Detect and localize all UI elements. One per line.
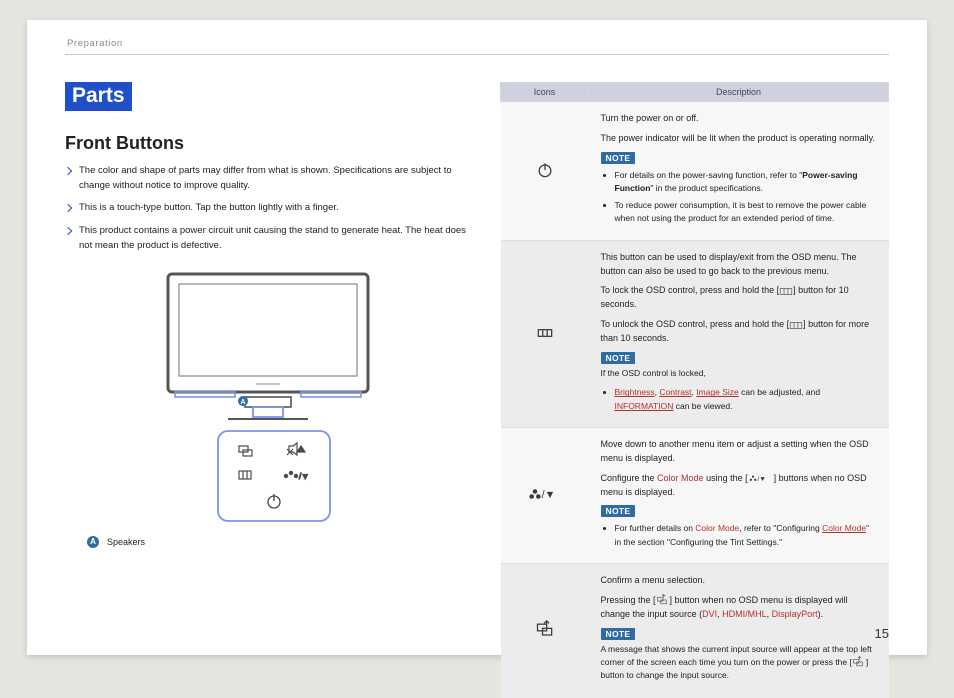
svg-text:/▼: /▼ xyxy=(541,489,555,501)
table-row: This button can be used to display/exit … xyxy=(501,240,889,427)
body-text: Configure the Color Mode using the [/▼] … xyxy=(601,472,877,500)
source-icon xyxy=(852,656,866,668)
list-item: This is a touch-type button. Tap the but… xyxy=(65,201,470,216)
link-color-mode[interactable]: Color Mode xyxy=(822,523,866,533)
legend-label: Speakers xyxy=(107,537,145,547)
note-tag: NOTE xyxy=(601,152,636,164)
note-tag: NOTE xyxy=(601,505,636,517)
body-text: Move down to another menu item or adjust… xyxy=(601,438,877,466)
note-item: For further details on Color Mode, refer… xyxy=(615,522,877,548)
note-tag: NOTE xyxy=(601,352,636,364)
diagram-legend: A Speakers xyxy=(87,536,145,548)
section-title: Parts xyxy=(65,82,132,111)
body-text: Pressing the [] button when no OSD menu … xyxy=(601,594,877,622)
running-header: Preparation xyxy=(67,38,123,49)
svg-text:/▼: /▼ xyxy=(299,472,309,481)
power-icon xyxy=(535,160,555,180)
body-text: To lock the OSD control, press and hold … xyxy=(601,284,877,312)
svg-text:A: A xyxy=(240,399,245,406)
description-cell: This button can be used to display/exit … xyxy=(589,240,889,427)
link-image-size[interactable]: Image Size xyxy=(696,387,739,397)
menu-icon xyxy=(779,287,793,296)
source-icon xyxy=(656,594,670,606)
table-row: /▼ Move down to another menu item or adj… xyxy=(501,427,889,563)
link-contrast[interactable]: Contrast xyxy=(659,387,691,397)
list-item: This product contains a power circuit un… xyxy=(65,224,470,253)
table-row: Confirm a menu selection. Pressing the [… xyxy=(501,563,889,698)
note-item: A message that shows the current input s… xyxy=(601,643,877,683)
term-displayport: DisplayPort xyxy=(772,609,818,619)
note-tag: NOTE xyxy=(601,628,636,640)
link-brightness[interactable]: Brightness xyxy=(615,387,655,397)
menu-icon xyxy=(535,323,555,343)
note-item: For details on the power-saving function… xyxy=(615,169,877,195)
svg-text:/▼: /▼ xyxy=(757,476,766,483)
viewport: Preparation Parts Front Buttons The colo… xyxy=(0,0,954,675)
document-page: Preparation Parts Front Buttons The colo… xyxy=(27,20,927,655)
body-text: Confirm a menu selection. xyxy=(601,574,877,588)
term-hdmi-mhl: HDMI/MHL xyxy=(722,609,767,619)
body-text: The power indicator will be lit when the… xyxy=(601,132,877,146)
monitor-illustration: A /▼ xyxy=(113,266,423,526)
body-text: Turn the power on or off. xyxy=(601,112,877,126)
col-header-description: Description xyxy=(589,83,889,102)
body-text: This button can be used to display/exit … xyxy=(601,251,877,279)
note-lead: If the OSD control is locked, xyxy=(601,367,877,380)
col-header-icons: Icons xyxy=(501,83,589,102)
right-column: Icons Description Turn the power on or o… xyxy=(500,48,889,635)
colormode-down-icon: /▼ xyxy=(528,484,562,504)
left-column: Parts Front Buttons The color and shape … xyxy=(65,48,470,635)
source-icon xyxy=(535,620,555,640)
icon-cell xyxy=(501,240,589,427)
page-number: 15 xyxy=(875,626,889,641)
menu-icon xyxy=(789,321,803,330)
note-item: To reduce power consumption, it is best … xyxy=(615,199,877,225)
note-item: Brightness, Contrast, Image Size can be … xyxy=(615,386,877,412)
link-information[interactable]: INFORMATION xyxy=(615,401,674,411)
table-row: Turn the power on or off. The power indi… xyxy=(501,102,889,241)
icon-cell: /▼ xyxy=(501,427,589,563)
list-item: The color and shape of parts may differ … xyxy=(65,164,470,193)
description-cell: Move down to another menu item or adjust… xyxy=(589,427,889,563)
header-divider xyxy=(65,54,889,55)
term-color-mode: Color Mode xyxy=(657,473,704,483)
product-diagram: A /▼ xyxy=(65,266,470,548)
subsection-title: Front Buttons xyxy=(65,133,470,154)
term-dvi: DVI xyxy=(702,609,717,619)
body-text: To unlock the OSD control, press and hol… xyxy=(601,318,877,346)
colormode-down-icon: /▼ xyxy=(748,473,774,484)
icon-cell xyxy=(501,102,589,241)
description-cell: Turn the power on or off. The power indi… xyxy=(589,102,889,241)
icon-cell xyxy=(501,563,589,698)
intro-bullet-list: The color and shape of parts may differ … xyxy=(65,164,470,254)
legend-marker-a: A xyxy=(87,536,99,548)
description-cell: Confirm a menu selection. Pressing the [… xyxy=(589,563,889,698)
front-buttons-table: Icons Description Turn the power on or o… xyxy=(500,82,889,698)
term-color-mode: Color Mode xyxy=(695,523,739,533)
